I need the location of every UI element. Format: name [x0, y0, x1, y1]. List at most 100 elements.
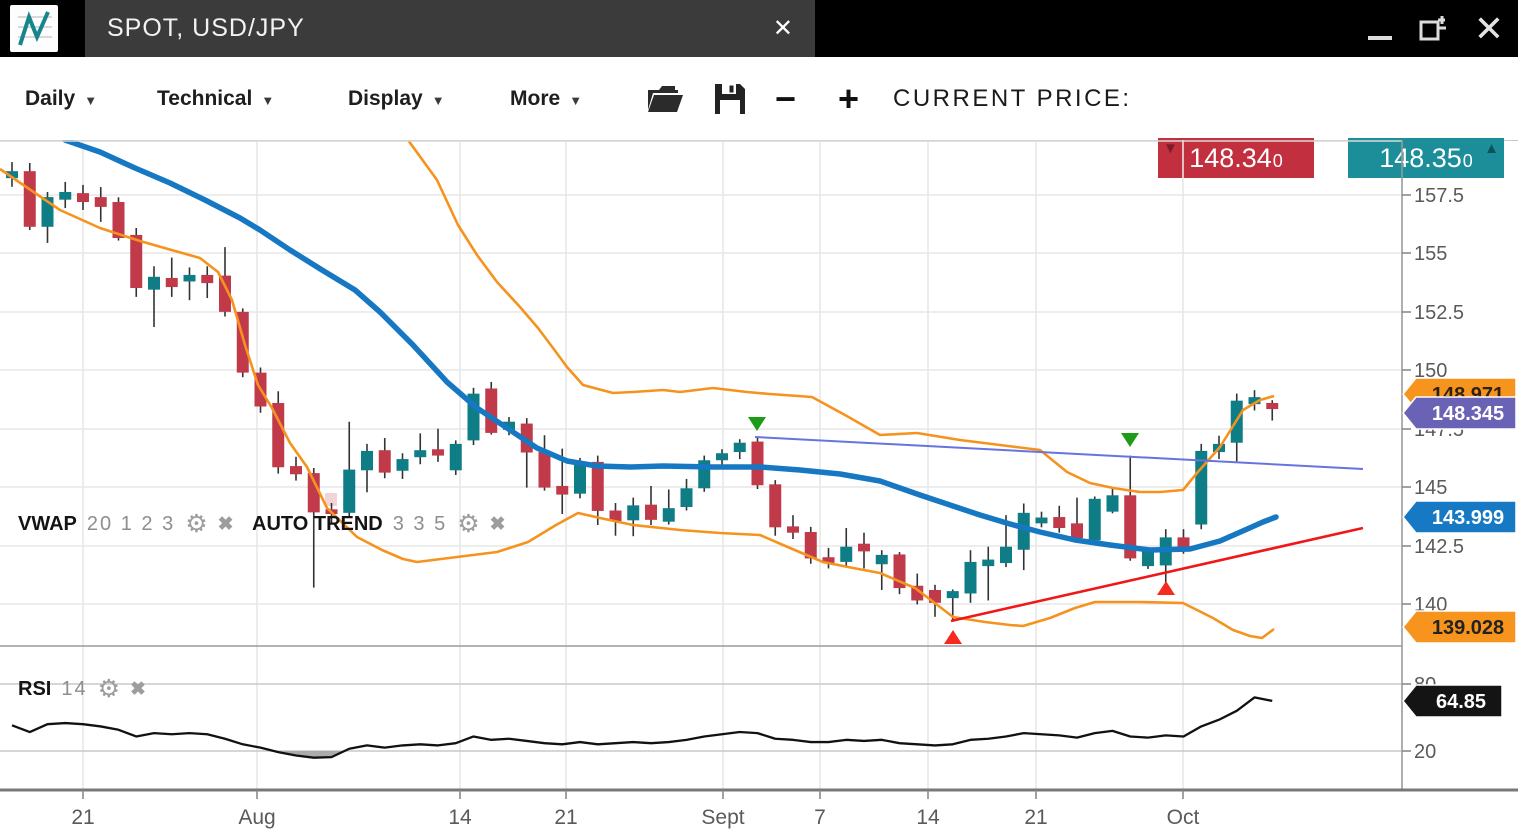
candle[interactable] — [414, 450, 426, 457]
candle[interactable] — [1266, 403, 1278, 409]
menu-display[interactable]: Display ▼ — [348, 57, 445, 140]
candle[interactable] — [840, 547, 852, 562]
buy-signal-icon[interactable] — [944, 630, 962, 644]
title-bar: SPOT, USD/JPY ✕ ✕ — [0, 0, 1518, 57]
candle[interactable] — [574, 463, 586, 494]
x-axis-label: 7 — [814, 806, 826, 829]
gear-icon[interactable]: ⚙ — [185, 512, 207, 537]
candle[interactable] — [166, 278, 178, 287]
window-close-icon[interactable]: ✕ — [1474, 11, 1504, 47]
candle[interactable] — [1000, 547, 1012, 563]
sell-signal-icon[interactable] — [1121, 433, 1139, 447]
y-axis-label: 155 — [1414, 243, 1447, 265]
candle[interactable] — [876, 555, 888, 564]
candle[interactable] — [787, 526, 799, 532]
candle[interactable] — [539, 452, 551, 488]
vwap-upper-band-line — [408, 140, 1274, 492]
candle[interactable] — [769, 484, 781, 527]
minimize-icon[interactable] — [1368, 36, 1392, 40]
indicator-name: RSI — [18, 678, 51, 701]
candle[interactable] — [361, 451, 373, 470]
toolbar: Daily▼Technical▼Display▼More▼ − + CURREN… — [0, 57, 1518, 141]
chevron-down-icon: ▼ — [84, 89, 97, 108]
menu-daily[interactable]: Daily▼ — [25, 57, 97, 140]
close-icon[interactable]: ✖ — [130, 678, 146, 701]
buy-signal-icon[interactable] — [1157, 581, 1175, 595]
candle[interactable] — [1053, 517, 1065, 528]
candle[interactable] — [95, 197, 107, 207]
x-axis-label: 21 — [71, 806, 94, 829]
menu-technical[interactable]: Technical▼ — [157, 57, 274, 140]
candle[interactable] — [148, 277, 160, 290]
candle[interactable] — [130, 235, 142, 288]
save-icon[interactable] — [712, 57, 748, 140]
y-axis-label: 20 — [1414, 741, 1436, 763]
candle[interactable] — [681, 488, 693, 507]
price-tag-value: 148.345 — [1432, 403, 1504, 425]
candle[interactable] — [397, 459, 409, 471]
candle[interactable] — [947, 591, 959, 598]
indicator-params: 3 3 5 — [393, 513, 447, 536]
menu-label: More — [510, 87, 560, 111]
candle[interactable] — [1089, 499, 1101, 541]
indicator-name: AUTO TREND — [252, 513, 383, 536]
indicator-rsi: RSI 14 ⚙ ✖ — [18, 674, 146, 704]
candle[interactable] — [663, 508, 675, 522]
zoom-out-button[interactable]: − — [775, 57, 796, 140]
candle[interactable] — [858, 544, 870, 552]
candle[interactable] — [450, 444, 462, 470]
candle[interactable] — [982, 560, 994, 567]
window-controls: ✕ — [1368, 0, 1504, 57]
current-price-label: CURRENT PRICE: — [893, 57, 1132, 140]
candle[interactable] — [645, 505, 657, 520]
chevron-down-icon: ▼ — [569, 89, 582, 108]
candle[interactable] — [379, 450, 391, 472]
open-folder-icon[interactable] — [645, 57, 685, 140]
candle[interactable] — [716, 453, 728, 460]
chart-canvas[interactable]: 157.5155152.5150147.5145142.5140802021Au… — [0, 140, 1518, 836]
y-axis-label: 142.5 — [1414, 536, 1464, 558]
indicator-params: 14 — [61, 678, 87, 701]
x-axis-label: 21 — [554, 806, 577, 829]
candle[interactable] — [752, 442, 764, 486]
candle[interactable] — [290, 466, 302, 474]
price-tag-value: 139.028 — [1432, 617, 1504, 639]
candle[interactable] — [556, 486, 568, 495]
candle[interactable] — [1107, 495, 1119, 511]
chart-tab[interactable]: SPOT, USD/JPY ✕ — [85, 0, 815, 57]
candle[interactable] — [627, 505, 639, 520]
candle[interactable] — [1071, 523, 1083, 538]
close-icon[interactable]: ✖ — [490, 513, 506, 536]
candle[interactable] — [432, 449, 444, 455]
candle[interactable] — [343, 470, 355, 513]
indicator-auto-trend: AUTO TREND 3 3 5 ⚙ ✖ — [252, 509, 506, 539]
menu-more[interactable]: More ▼ — [510, 57, 582, 140]
candle[interactable] — [24, 171, 36, 227]
candle[interactable] — [592, 462, 604, 511]
close-icon[interactable]: ✖ — [218, 513, 234, 536]
x-axis-label: Oct — [1167, 806, 1200, 829]
candle[interactable] — [734, 443, 746, 452]
candle[interactable] — [201, 275, 213, 283]
indicator-params: 20 1 2 3 — [87, 513, 175, 536]
candle[interactable] — [485, 389, 497, 433]
popout-icon[interactable] — [1418, 14, 1448, 49]
zoom-in-button[interactable]: + — [838, 57, 859, 140]
menu-label: Display — [348, 87, 423, 111]
chart-tab-title: SPOT, USD/JPY — [107, 14, 305, 43]
price-tag-value: 64.85 — [1436, 691, 1486, 713]
indicator-name: VWAP — [18, 513, 77, 536]
tab-close-icon[interactable]: ✕ — [773, 17, 793, 41]
gear-icon[interactable]: ⚙ — [457, 512, 479, 537]
menu-label: Technical — [157, 87, 252, 111]
candle[interactable] — [184, 275, 196, 282]
candle[interactable] — [1036, 518, 1048, 524]
candle[interactable] — [1178, 537, 1190, 546]
y-axis-label: 152.5 — [1414, 302, 1464, 324]
candle[interactable] — [965, 562, 977, 594]
gear-icon[interactable]: ⚙ — [98, 677, 120, 702]
candle[interactable] — [59, 192, 71, 200]
candle[interactable] — [77, 193, 89, 202]
chevron-down-icon: ▼ — [432, 89, 445, 108]
app-logo-icon — [10, 5, 58, 52]
